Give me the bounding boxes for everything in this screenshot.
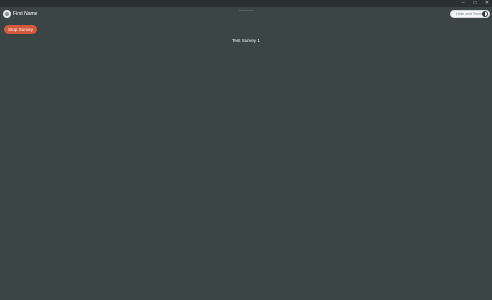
maximize-icon[interactable]: □ bbox=[472, 0, 478, 7]
avatar-icon[interactable] bbox=[3, 10, 11, 18]
app-header: First Name Hide and Seek bbox=[0, 7, 492, 21]
minimize-icon[interactable]: – bbox=[460, 0, 466, 7]
toggle-switch-icon[interactable] bbox=[482, 11, 488, 17]
window-titlebar: – □ ✕ bbox=[0, 0, 492, 7]
window-controls: – □ ✕ bbox=[460, 0, 490, 7]
hide-and-seek-toggle[interactable]: Hide and Seek bbox=[450, 10, 490, 18]
close-icon[interactable]: ✕ bbox=[484, 0, 490, 7]
user-name: First Name bbox=[13, 11, 38, 17]
toggle-label: Hide and Seek bbox=[456, 11, 483, 16]
survey-title: Test Survey 1 bbox=[232, 38, 260, 43]
stop-survey-button[interactable]: Stop Survey bbox=[4, 25, 37, 34]
